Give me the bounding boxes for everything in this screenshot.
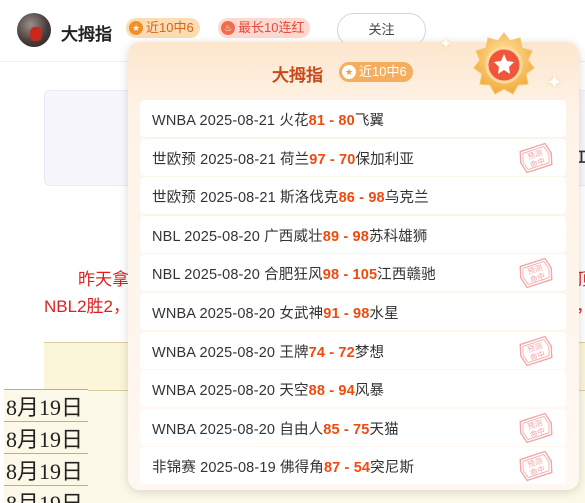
- medal-icon: [473, 32, 535, 95]
- avatar[interactable]: [17, 13, 51, 47]
- prediction-row[interactable]: 非锦赛 2025-08-19 佛得角87 - 54突尼斯 预测 命中: [140, 447, 566, 485]
- prediction-text: WNBA 2025-08-20 王牌74 - 72梦想: [152, 341, 384, 362]
- away-team: 天猫: [369, 421, 399, 438]
- prediction-row[interactable]: NBL 2025-08-20 广西威壮89 - 98苏科雄狮: [140, 215, 566, 253]
- article-red-line-2: NBL2胜2，: [44, 297, 130, 316]
- table-date-cell: 8月19日: [4, 453, 88, 486]
- hit-stamp-icon: 预测命中: [519, 142, 553, 173]
- match-score: 91 - 98: [323, 305, 370, 322]
- match-score: 74 - 72: [308, 344, 355, 361]
- streak-badge-label: 近10中6: [146, 20, 194, 35]
- popup-title: 大拇指: [272, 66, 323, 85]
- star-icon: ★: [342, 65, 356, 79]
- table-date-cell: 8月19日: [4, 389, 88, 422]
- match-score: 86 - 98: [338, 190, 385, 207]
- match-info: 世欧预 2025-08-21 斯洛伐克: [152, 190, 339, 207]
- prediction-row[interactable]: WNBA 2025-08-20 自由人85 - 75天猫 预测 命中: [140, 408, 566, 446]
- prediction-row[interactable]: NBL 2025-08-20 合肥狂风98 - 105江西赣驰 预测 命中: [140, 254, 566, 292]
- match-score: 97 - 70: [309, 151, 356, 168]
- match-score: 98 - 105: [322, 267, 378, 284]
- prediction-text: 非锦赛 2025-08-19 佛得角87 - 54突尼斯: [152, 456, 414, 477]
- prediction-record-popup: ✦ ✦ 大拇指 ★ 近10中6 WNBA 2025-08-21 火花81 - 8…: [128, 32, 579, 490]
- hit-stamp-icon: 预测命中: [519, 451, 553, 482]
- prediction-row[interactable]: 世欧预 2025-08-21 荷兰97 - 70保加利亚 预测 命中: [140, 138, 566, 176]
- prediction-row[interactable]: WNBA 2025-08-20 女武神91 - 98水星: [140, 292, 566, 330]
- match-info: WNBA 2025-08-20 女武神: [152, 305, 324, 322]
- match-info: NBL 2025-08-20 广西威壮: [152, 228, 323, 245]
- prediction-text: NBL 2025-08-20 合肥狂风98 - 105江西赣驰: [152, 263, 436, 284]
- prediction-text: WNBA 2025-08-20 天空88 - 94风暴: [152, 379, 384, 400]
- match-score: 89 - 98: [322, 228, 369, 245]
- match-score: 87 - 54: [323, 460, 371, 477]
- streak-badge: ★ 近10中6: [126, 18, 200, 38]
- sparkle-icon: ✦: [439, 36, 453, 53]
- hit-stamp-icon: 预测命中: [519, 335, 553, 366]
- match-score: 88 - 94: [308, 383, 355, 400]
- match-info: WNBA 2025-08-20 王牌: [152, 344, 309, 361]
- prediction-row[interactable]: 世欧预 2025-08-21 斯洛伐克86 - 98乌克兰: [140, 177, 566, 215]
- away-team: 飞翼: [354, 113, 385, 129]
- prediction-row[interactable]: WNBA 2025-08-20 天空88 - 94风暴: [140, 370, 566, 408]
- table-date-cell: 8月19日: [4, 485, 88, 503]
- match-info: WNBA 2025-08-20 自由人: [152, 421, 324, 438]
- table-date-cell: 8月19日: [4, 421, 88, 454]
- hit-stamp-icon: 预测命中: [519, 258, 553, 289]
- away-team: 水星: [369, 305, 399, 322]
- away-team: 保加利亚: [355, 151, 415, 168]
- flame-icon: ♨: [221, 21, 235, 35]
- star-icon: ★: [129, 21, 143, 35]
- away-team: 乌克兰: [384, 190, 429, 207]
- prediction-text: 世欧预 2025-08-21 荷兰97 - 70保加利亚: [152, 148, 414, 169]
- prediction-row[interactable]: WNBA 2025-08-20 王牌74 - 72梦想 预测 命中: [140, 331, 566, 369]
- article-red-line-1: 昨天拿: [78, 270, 129, 289]
- match-info: WNBA 2025-08-21 火花: [152, 113, 309, 129]
- best-streak-label: 最长10连红: [238, 20, 305, 35]
- best-streak-badge: ♨ 最长10连红: [218, 18, 311, 38]
- prediction-text: WNBA 2025-08-20 女武神91 - 98水星: [152, 302, 399, 323]
- match-info: NBL 2025-08-20 合肥狂风: [152, 267, 323, 284]
- match-score: 85 - 75: [323, 421, 370, 438]
- prediction-list: WNBA 2025-08-21 火花81 - 80飞翼世欧预 2025-08-2…: [140, 100, 566, 486]
- match-info: WNBA 2025-08-20 天空: [152, 383, 309, 400]
- away-team: 风暴: [354, 383, 385, 400]
- username[interactable]: 大拇指: [61, 20, 112, 45]
- popup-streak-label: 近10中6: [359, 64, 407, 79]
- away-team: 苏科雄狮: [368, 228, 428, 245]
- popup-streak-badge: ★ 近10中6: [339, 62, 413, 82]
- prediction-row[interactable]: WNBA 2025-08-21 火花81 - 80飞翼: [140, 100, 566, 137]
- away-team: 梦想: [354, 344, 385, 361]
- prediction-text: WNBA 2025-08-20 自由人85 - 75天猫: [152, 418, 399, 439]
- prediction-text: 世欧预 2025-08-21 斯洛伐克86 - 98乌克兰: [152, 186, 429, 207]
- prediction-text: NBL 2025-08-20 广西威壮89 - 98苏科雄狮: [152, 225, 428, 246]
- match-info: 非锦赛 2025-08-19 佛得角: [152, 460, 324, 477]
- sparkle-icon: ✦: [546, 72, 563, 94]
- away-team: 江西赣驰: [377, 267, 436, 284]
- match-score: 81 - 80: [308, 113, 355, 129]
- hit-stamp-icon: 预测命中: [519, 412, 553, 444]
- prediction-text: WNBA 2025-08-21 火花81 - 80飞翼: [152, 109, 384, 130]
- match-info: 世欧预 2025-08-21 荷兰: [152, 151, 310, 168]
- away-team: 突尼斯: [370, 460, 415, 477]
